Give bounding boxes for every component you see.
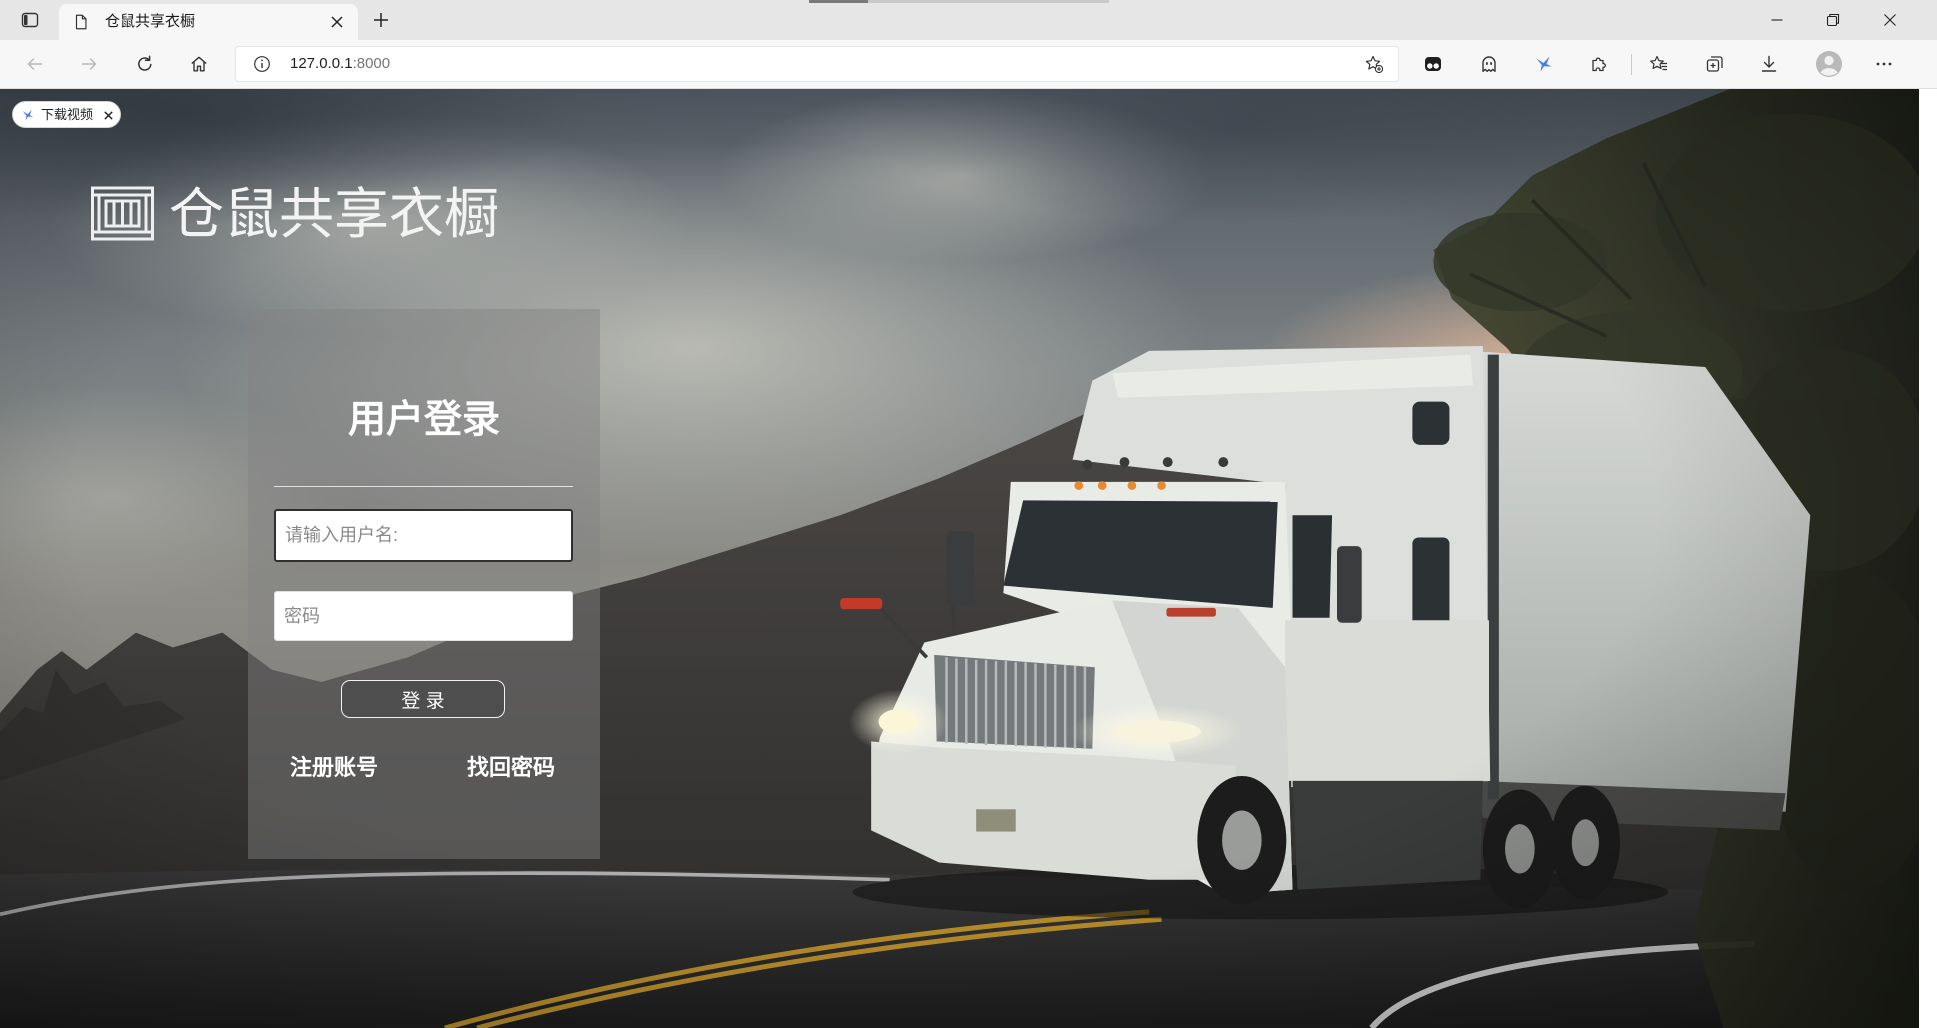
minimize-button[interactable] [1754,0,1800,40]
tab-active[interactable]: 仓鼠共享衣橱 [59,4,358,40]
tab-strip-indicator-thumb [809,0,868,3]
ghost-icon [1482,56,1496,72]
tab-title: 仓鼠共享衣橱 [105,13,196,30]
restore-button[interactable] [1810,0,1856,40]
close-icon [1884,14,1896,26]
back-button[interactable] [18,47,52,81]
add-favorite-button[interactable] [1364,54,1384,74]
collections-button[interactable] [1698,47,1732,81]
page-viewport: 下载视频 仓鼠共享衣橱 用户登录 登 录 注册账号 [0,89,1937,1028]
ghost-extension-button[interactable] [1472,47,1506,81]
favorites-button[interactable] [1642,47,1676,81]
blue-bird-icon [1536,56,1552,72]
back-arrow-icon [27,58,43,70]
login-divider [274,486,573,487]
password-input[interactable] [274,591,573,641]
tab-strip-indicator-track [868,0,1109,3]
forward-arrow-icon [81,58,97,70]
document-icon [75,14,87,30]
close-icon [103,110,113,120]
page-scrollbar[interactable] [1919,89,1937,1028]
close-window-button[interactable] [1867,0,1913,40]
puzzle-icon [1592,57,1606,72]
toolbar-separator [1631,54,1632,75]
tab-close-button[interactable] [327,12,347,32]
browser-window: 仓鼠共享衣橱 127.0.0.1:8000 下载视频 仓鼠共享衣橱 用户登录 请… [0,0,1937,1028]
info-icon [254,56,270,72]
favorites-icon [1650,55,1667,71]
brand-name: 仓鼠共享衣橱 [169,183,500,245]
login-panel: 用户登录 登 录 注册账号 找回密码 [248,309,600,859]
reload-icon [138,55,152,71]
download-video-label: 下载视频 [41,107,94,122]
downloads-button[interactable] [1752,47,1786,81]
forward-button[interactable] [72,47,106,81]
minimize-icon [1771,19,1783,21]
tab-strip: 仓鼠共享衣橱 [0,0,1937,40]
url-host: 127.0.0.1 [290,55,353,72]
badge-close-button[interactable] [101,108,115,122]
close-icon [331,16,343,28]
login-button[interactable]: 登 录 [341,680,505,718]
register-link[interactable]: 注册账号 [290,755,378,781]
add-favorite-icon [1365,55,1384,74]
download-video-badge[interactable]: 下载视频 [12,101,121,128]
profile-button[interactable] [1812,47,1846,81]
download-icon [1761,55,1777,72]
new-tab-button[interactable] [367,6,395,34]
url-text[interactable]: 127.0.0.1:8000 [290,46,390,82]
login-title: 用户登录 [347,399,500,441]
home-icon [191,56,207,72]
plus-icon [374,13,388,27]
home-button[interactable] [182,47,216,81]
video-download-extension-button[interactable] [1527,47,1561,81]
tampermonkey-extension-button[interactable] [1416,47,1450,81]
blue-bird-icon [22,109,34,121]
collections-icon [1706,56,1723,72]
username-input[interactable] [274,509,573,562]
url-port: :8000 [352,55,391,72]
wardrobe-icon [91,186,154,241]
more-button[interactable] [1867,47,1901,81]
tampermonkey-icon [1425,57,1441,71]
tab-actions-button[interactable] [13,3,47,37]
reload-button[interactable] [128,47,162,81]
tab-actions-icon [21,12,39,28]
site-info-button[interactable] [252,54,272,74]
restore-icon [1826,13,1840,27]
address-bar[interactable]: 127.0.0.1:8000 [235,46,1399,82]
navigation-toolbar: 127.0.0.1:8000 [0,40,1937,89]
forgot-password-link[interactable]: 找回密码 [467,755,555,781]
extensions-button[interactable] [1582,47,1616,81]
more-icon [1876,62,1892,66]
avatar-icon [1816,51,1842,77]
